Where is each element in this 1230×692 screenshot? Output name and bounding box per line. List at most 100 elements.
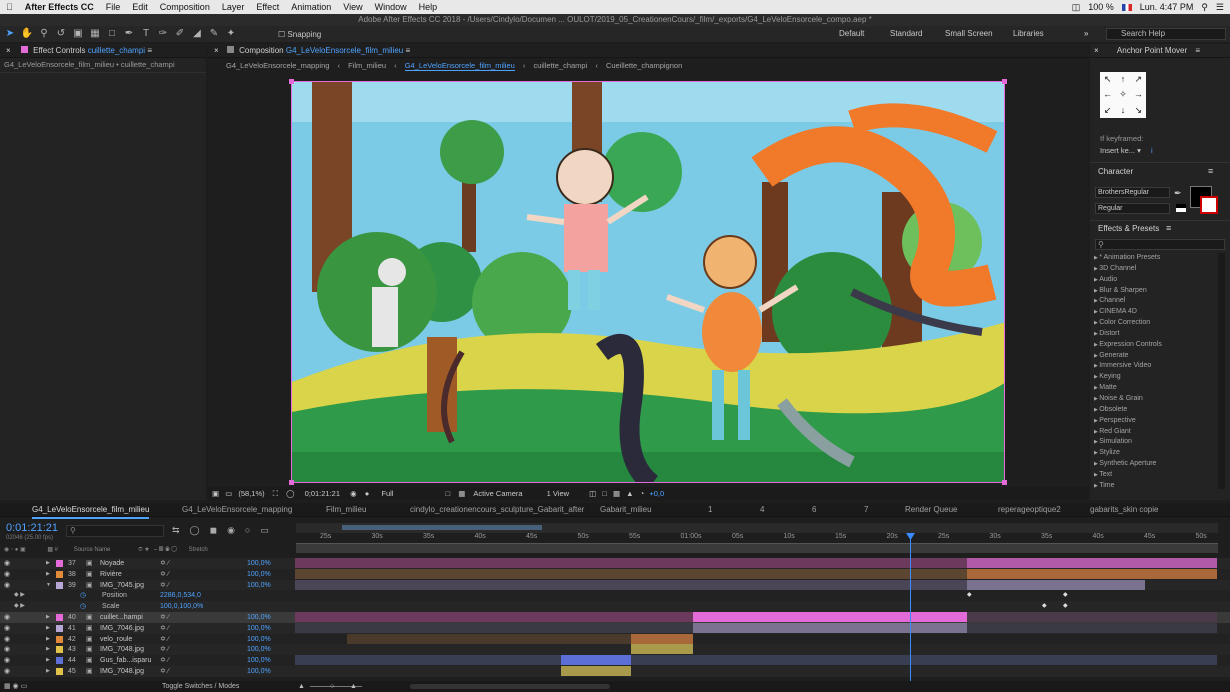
channel-icon[interactable]: ● xyxy=(365,489,370,498)
layer-duration-bar[interactable] xyxy=(967,622,1217,633)
effect-controls-tab[interactable]: × Effect Controls cuillette_champi ≡ xyxy=(0,44,206,58)
expand-triangle-icon[interactable]: ▶ xyxy=(46,612,50,623)
layer-row[interactable]: ◉ ▶ 40 ▣ ✡ ∕ cuillet...hampi 100,0% xyxy=(0,612,1230,623)
label-color-chip[interactable] xyxy=(56,570,63,578)
effects-category-item[interactable]: ▶ Distort xyxy=(1090,329,1216,340)
workspace-standard[interactable]: Standard xyxy=(890,26,922,42)
timeline-switch-icons[interactable]: ⇆◯◼◉○▭ xyxy=(172,525,279,536)
timecode-display[interactable]: 0;01:21:21 xyxy=(305,489,340,498)
expand-triangle-icon[interactable]: ▶ xyxy=(46,666,50,677)
work-area-range[interactable] xyxy=(342,525,542,530)
layer-duration-bar[interactable] xyxy=(561,666,631,676)
resolution-dropdown[interactable]: Full xyxy=(381,489,393,498)
layer-duration-bar[interactable] xyxy=(295,612,693,622)
property-value[interactable]: 2286,0,534,0 xyxy=(160,590,201,601)
stroke-color-swatch[interactable] xyxy=(1200,196,1218,214)
zoom-dropdown[interactable]: (58,1%) xyxy=(238,489,264,498)
workspace-small-screen[interactable]: Small Screen xyxy=(945,26,993,42)
effects-category-item[interactable]: ▶ Generate xyxy=(1090,351,1216,362)
anchor-center-icon[interactable]: ✧ xyxy=(1115,87,1130,102)
pan-behind-tool-icon[interactable]: ▦ xyxy=(88,28,102,40)
timeline-tab[interactable]: 4 xyxy=(760,503,764,517)
visibility-eye-icon[interactable]: ◉ xyxy=(4,644,10,655)
expand-triangle-icon[interactable]: ▶ xyxy=(46,655,50,666)
effects-category-item[interactable]: ▶ Obsolete xyxy=(1090,405,1216,416)
panel-menu-icon[interactable]: ≡ xyxy=(1166,223,1171,233)
layer-row[interactable]: ◉ ▶ 44 ▣ ✡ ∕ Gus_fab...isparu 100,0% xyxy=(0,655,1230,667)
zoom-in-icon[interactable]: ▲ xyxy=(350,681,357,692)
effects-category-item[interactable]: ▶ Color Correction xyxy=(1090,318,1216,329)
camera-dropdown[interactable]: Active Camera xyxy=(473,489,522,498)
search-icon[interactable]: ⚲ xyxy=(1201,2,1208,13)
stretch-value[interactable]: 100,0% xyxy=(247,623,271,634)
puppet-tool-icon[interactable]: ✦ xyxy=(224,28,238,40)
layer-name[interactable]: IMG_7048.jpg xyxy=(100,666,144,677)
visibility-eye-icon[interactable]: ◉ xyxy=(4,569,10,580)
hand-tool-icon[interactable]: ✋ xyxy=(20,28,34,40)
visibility-eye-icon[interactable]: ◉ xyxy=(4,666,10,677)
flowchart-icon[interactable]: ▦ xyxy=(613,489,620,498)
layer-duration-bar[interactable] xyxy=(295,558,967,568)
font-style-dropdown[interactable]: Regular xyxy=(1095,203,1170,214)
app-menu[interactable]: After Effects CC xyxy=(19,2,100,12)
visibility-eye-icon[interactable]: ◉ xyxy=(4,612,10,623)
menu-layer[interactable]: Layer xyxy=(216,2,251,12)
zoom-tool-icon[interactable]: ⚲ xyxy=(37,28,51,40)
expand-triangle-icon[interactable]: ▶ xyxy=(46,569,50,580)
effects-category-item[interactable]: ▶ * Animation Presets xyxy=(1090,253,1216,264)
apple-icon[interactable]:  xyxy=(0,2,19,12)
info-button[interactable]: i xyxy=(1151,146,1153,155)
label-color-chip[interactable] xyxy=(56,614,63,621)
source-name-header[interactable]: Source Name xyxy=(74,547,111,553)
layer-duration-bar[interactable] xyxy=(347,633,631,644)
stretch-value[interactable]: 100,0% xyxy=(247,558,271,569)
expand-triangle-icon[interactable]: ▼ xyxy=(46,580,51,591)
anchor-top-left-icon[interactable]: ↖ xyxy=(1100,72,1115,87)
anchor-point-mover-tab[interactable]: × Anchor Point Mover ≡ xyxy=(1090,44,1230,58)
layer-row[interactable]: ◉ ▶ 38 ▣ ✡ ∕ Rivière 100,0% xyxy=(0,568,1230,580)
effects-category-item[interactable]: ▶ Blur & Sharpen xyxy=(1090,286,1216,297)
rotate-tool-icon[interactable]: ↺ xyxy=(54,28,68,40)
battery-label[interactable]: 100 % xyxy=(1088,2,1114,12)
breadcrumb-item[interactable]: G4_LeVeloEnsorcele_mapping xyxy=(226,61,329,70)
exposure-reset-icon[interactable]: ◔ xyxy=(640,489,645,498)
effects-category-item[interactable]: ▶ Keying xyxy=(1090,372,1216,383)
effects-category-item[interactable]: ▶ CINEMA 4D xyxy=(1090,307,1216,318)
layer-row[interactable]: ◉ ▶ 45 ▣ ✡ ∕ IMG_7048.jpg 100,0% xyxy=(0,666,1230,677)
keyframe-navigator-icon[interactable]: ◆ ▶ xyxy=(14,601,25,612)
label-color-chip[interactable] xyxy=(56,657,63,665)
effects-search-input[interactable]: ⚲ xyxy=(1095,239,1225,250)
panel-menu-icon[interactable]: ≡ xyxy=(1195,46,1200,55)
timeline-tab[interactable]: cindylo_creationencours_sculpture_Gabari… xyxy=(410,503,584,517)
menu-edit[interactable]: Edit xyxy=(126,2,154,12)
zoom-slider-handle[interactable]: ○ xyxy=(330,681,334,692)
property-value[interactable]: 100,0,100,0% xyxy=(160,601,203,612)
panel-menu-icon[interactable]: ≡ xyxy=(1208,166,1213,176)
eyedropper-icon[interactable]: ✒ xyxy=(1174,188,1182,199)
layer-duration-bar[interactable] xyxy=(295,568,967,579)
layer-name[interactable]: Gus_fab...isparu xyxy=(100,655,151,666)
flag-icon[interactable] xyxy=(1121,3,1132,11)
label-color-chip[interactable] xyxy=(56,581,63,589)
stretch-value[interactable]: 100,0% xyxy=(247,655,271,666)
mask-icon[interactable]: ◯ xyxy=(286,489,294,498)
menu-effect[interactable]: Effect xyxy=(250,2,285,12)
camera-tool-icon[interactable]: ▣ xyxy=(71,28,85,40)
stopwatch-icon[interactable]: ◷ xyxy=(80,590,86,601)
monitor-icon[interactable]: ▭ xyxy=(225,489,232,498)
layer-switches[interactable]: ✡ ∕ xyxy=(160,558,169,569)
keyframe-diamond[interactable]: ◆ xyxy=(1063,601,1068,612)
layer-row[interactable]: ◉ ▶ 37 ▣ ✡ ∕ Noyade 100,0% xyxy=(0,558,1230,569)
wifi-icon[interactable]: ◫ xyxy=(1072,2,1081,13)
effects-category-item[interactable]: ▶ Noise & Grain xyxy=(1090,394,1216,405)
workspace-default[interactable]: Default xyxy=(839,26,864,42)
label-color-chip[interactable] xyxy=(56,624,63,632)
expand-triangle-icon[interactable]: ▶ xyxy=(46,644,50,655)
3d-icon[interactable]: □ xyxy=(602,489,607,498)
layer-duration-bar[interactable] xyxy=(693,622,967,633)
switches-header-icons[interactable]: ⎊ ★ ╺ ▦ ◉ ◯ xyxy=(138,547,177,553)
effects-category-item[interactable]: ▶ Matte xyxy=(1090,383,1216,394)
timeline-timecode[interactable]: 0:01:21:21 xyxy=(6,522,58,534)
breadcrumb-item[interactable]: Film_milieu xyxy=(348,61,386,70)
stretch-value[interactable]: 100,0% xyxy=(247,612,271,623)
